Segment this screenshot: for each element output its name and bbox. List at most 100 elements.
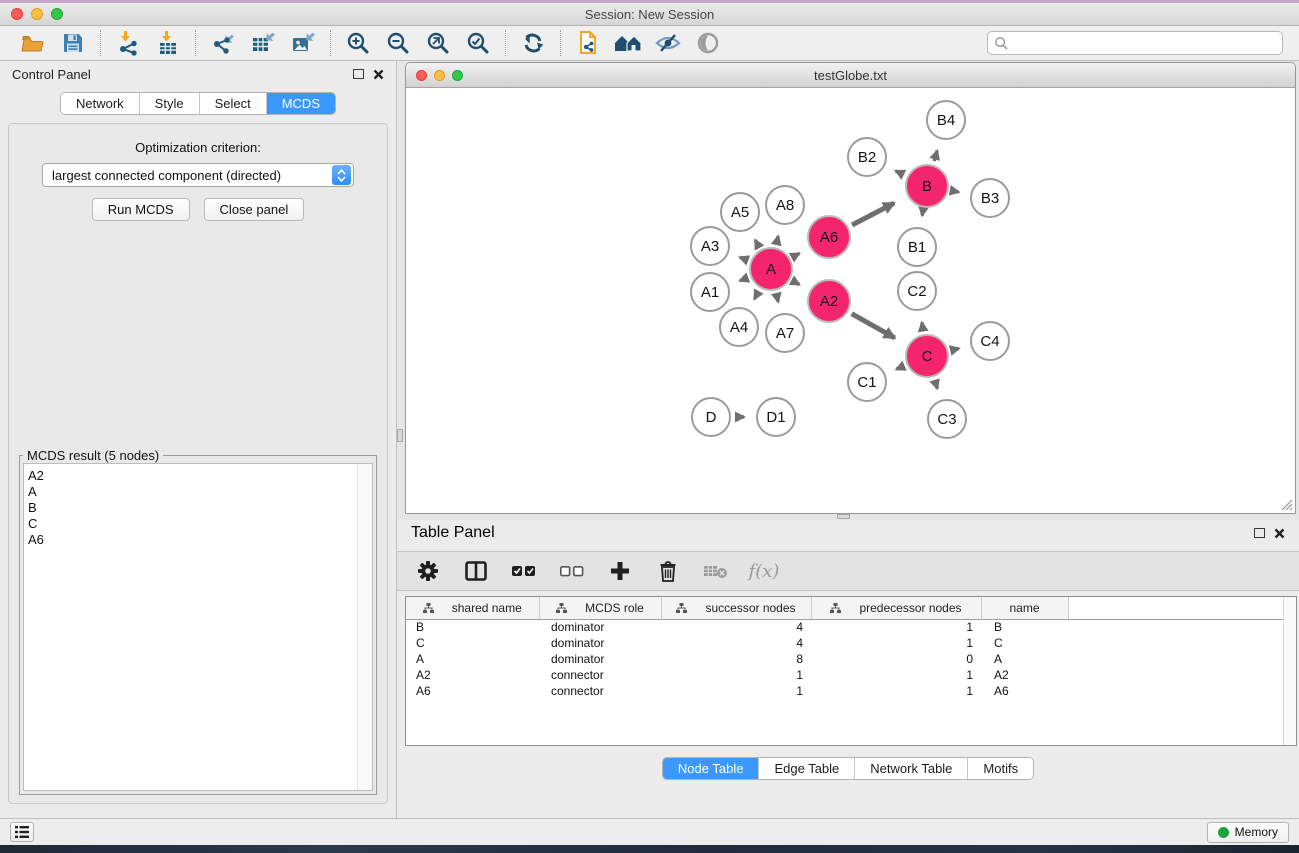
save-session-button[interactable]: [53, 28, 93, 58]
close-window-button[interactable]: [11, 8, 23, 20]
graph-node-C[interactable]: C: [906, 335, 948, 377]
result-list-scrollbar[interactable]: [357, 464, 372, 790]
minimize-network-button[interactable]: [434, 70, 445, 81]
graph-node-A2[interactable]: A2: [808, 280, 850, 322]
graph-edge-A-A4[interactable]: [754, 292, 758, 299]
zoom-fit-button[interactable]: [418, 28, 458, 58]
refresh-button[interactable]: [513, 28, 553, 58]
optimization-criterion-select[interactable]: largest connected component (directed): [42, 163, 354, 187]
graph-node-B3[interactable]: B3: [971, 179, 1009, 217]
resize-grip-icon[interactable]: [1278, 496, 1293, 511]
zoom-window-button[interactable]: [51, 8, 63, 20]
close-network-button[interactable]: [416, 70, 427, 81]
float-table-panel-icon[interactable]: [1254, 528, 1265, 538]
home-button[interactable]: [608, 28, 648, 58]
column-header-successor-nodes[interactable]: successor nodes: [661, 597, 811, 619]
graph-edge-C-C2[interactable]: [922, 323, 923, 331]
graph-node-A[interactable]: A: [750, 248, 792, 290]
create-column-button[interactable]: [603, 555, 637, 587]
network-graph[interactable]: B4B2BB3A8A5A6A3B1AC2A1A2A4A7C4CC1C3DD1: [406, 88, 1295, 512]
result-item[interactable]: A2: [28, 468, 357, 484]
graph-node-A7[interactable]: A7: [766, 314, 804, 352]
tab-mcds[interactable]: MCDS: [266, 93, 335, 114]
show-columns-button[interactable]: [459, 555, 493, 587]
minimize-window-button[interactable]: [31, 8, 43, 20]
graph-edge-A-A2[interactable]: [794, 282, 799, 285]
table-row[interactable]: Cdominator41C: [406, 635, 1283, 651]
graph-edge-B-B1[interactable]: [922, 212, 923, 216]
graph-node-B1[interactable]: B1: [898, 228, 936, 266]
splitter-handle[interactable]: [397, 429, 403, 442]
graph-edge-B-B4[interactable]: [934, 151, 937, 161]
tab-edge-table[interactable]: Edge Table: [758, 758, 854, 779]
result-item[interactable]: A6: [28, 532, 357, 548]
graph-node-A6[interactable]: A6: [808, 216, 850, 258]
graph-edge-C-C4[interactable]: [952, 348, 959, 350]
result-item[interactable]: C: [28, 516, 357, 532]
graph-edge-B-B3[interactable]: [953, 191, 959, 192]
graph-edge-A-A3[interactable]: [740, 257, 747, 260]
graph-node-A5[interactable]: A5: [721, 193, 759, 231]
import-table-button[interactable]: [148, 28, 188, 58]
graph-edge-A6-B[interactable]: [852, 203, 894, 225]
graph-node-A8[interactable]: A8: [766, 186, 804, 224]
delete-table-button[interactable]: [699, 555, 733, 587]
hide-network-button[interactable]: [648, 28, 688, 58]
table-row[interactable]: Bdominator41B: [406, 619, 1283, 635]
network-window-titlebar[interactable]: testGlobe.txt: [406, 63, 1295, 88]
zoom-out-button[interactable]: [378, 28, 418, 58]
search-box[interactable]: [987, 31, 1283, 55]
graph-edge-A-A5[interactable]: [755, 240, 758, 246]
table-row[interactable]: A2connector11A2: [406, 667, 1283, 683]
table-row[interactable]: A6connector11A6: [406, 683, 1283, 699]
float-panel-icon[interactable]: [353, 69, 364, 79]
delete-columns-button[interactable]: [651, 555, 685, 587]
open-session-button[interactable]: [13, 28, 53, 58]
table-settings-button[interactable]: [411, 555, 445, 587]
new-network-from-selection-button[interactable]: [568, 28, 608, 58]
close-table-panel-icon[interactable]: [1274, 528, 1285, 539]
tab-select[interactable]: Select: [199, 93, 266, 114]
show-graphics-details-button[interactable]: [688, 28, 728, 58]
graph-node-B4[interactable]: B4: [927, 101, 965, 139]
graph-node-A3[interactable]: A3: [691, 227, 729, 265]
export-network-button[interactable]: [203, 28, 243, 58]
export-table-button[interactable]: [243, 28, 283, 58]
splitter-handle[interactable]: [837, 514, 850, 519]
column-header-predecessor-nodes[interactable]: predecessor nodes: [811, 597, 981, 619]
export-image-button[interactable]: [283, 28, 323, 58]
graph-edge-C-C1[interactable]: [896, 366, 903, 369]
graph-node-C1[interactable]: C1: [848, 363, 886, 401]
close-panel-icon[interactable]: [373, 69, 384, 80]
graph-edge-A-A6[interactable]: [794, 253, 799, 256]
graph-node-B[interactable]: B: [906, 165, 948, 207]
function-builder-button[interactable]: f(x): [747, 555, 781, 587]
show-status-dialog-button[interactable]: [10, 822, 34, 842]
graph-node-B2[interactable]: B2: [848, 138, 886, 176]
search-input[interactable]: [1009, 36, 1276, 50]
graph-edge-A2-C[interactable]: [852, 314, 895, 338]
graph-node-D[interactable]: D: [692, 398, 730, 436]
memory-button[interactable]: Memory: [1207, 822, 1289, 843]
result-item[interactable]: B: [28, 500, 357, 516]
graph-node-A1[interactable]: A1: [691, 273, 729, 311]
graph-edge-B-B2[interactable]: [896, 171, 904, 175]
import-network-button[interactable]: [108, 28, 148, 58]
tab-network[interactable]: Network: [61, 93, 139, 114]
graph-node-C4[interactable]: C4: [971, 322, 1009, 360]
graph-edge-A-A1[interactable]: [740, 278, 747, 281]
column-header-name[interactable]: name: [981, 597, 1068, 619]
select-all-columns-button[interactable]: [507, 555, 541, 587]
column-header-shared-name[interactable]: shared name: [406, 597, 539, 619]
result-item[interactable]: A: [28, 484, 357, 500]
table-row[interactable]: Adominator80A: [406, 651, 1283, 667]
graph-edge-A-A8[interactable]: [777, 236, 779, 243]
tab-style[interactable]: Style: [139, 93, 199, 114]
graph-node-C2[interactable]: C2: [898, 272, 936, 310]
network-canvas[interactable]: B4B2BB3A8A5A6A3B1AC2A1A2A4A7C4CC1C3DD1: [406, 88, 1295, 513]
graph-node-D1[interactable]: D1: [757, 398, 795, 436]
graph-node-A4[interactable]: A4: [720, 308, 758, 346]
tab-motifs[interactable]: Motifs: [967, 758, 1033, 779]
graph-edge-C-C3[interactable]: [935, 381, 937, 389]
close-panel-button[interactable]: Close panel: [204, 198, 305, 221]
